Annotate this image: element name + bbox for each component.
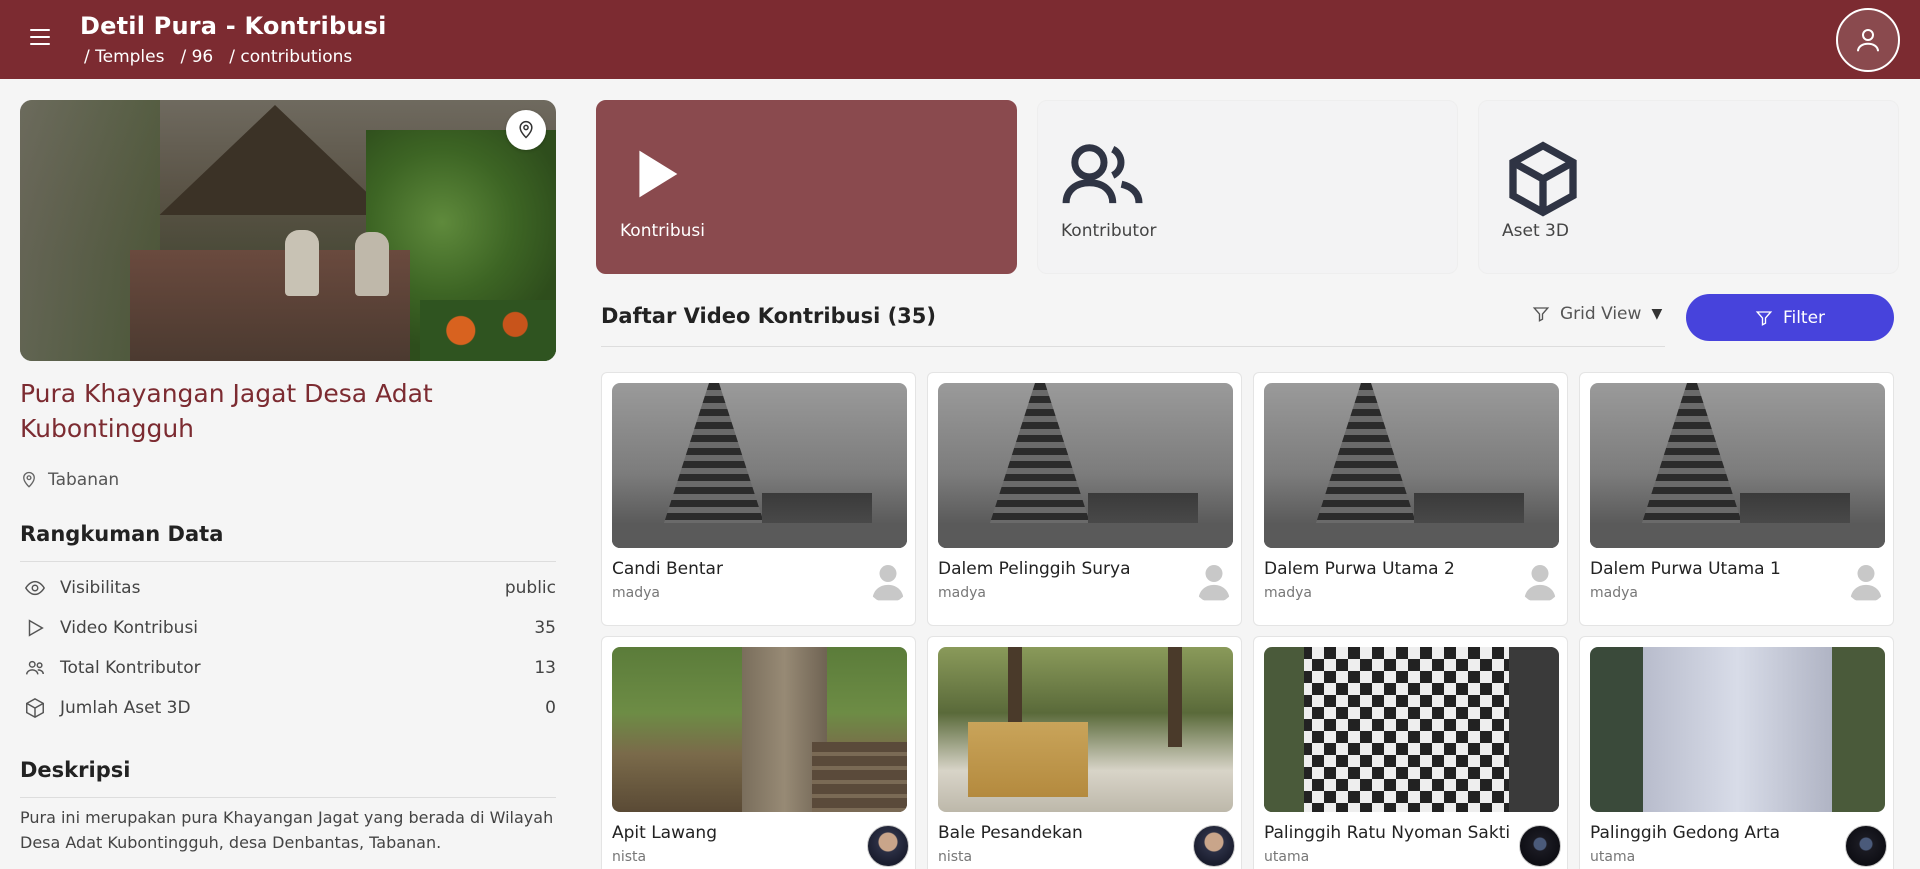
view-mode-select[interactable]: Grid View ▼	[1532, 304, 1662, 324]
video-title: Dalem Purwa Utama 1	[1590, 559, 1781, 579]
user-placeholder-icon	[1850, 565, 1882, 601]
description-heading: Deskripsi	[20, 758, 131, 782]
video-card[interactable]: Palinggih Gedong Arta utama	[1579, 636, 1894, 869]
play-icon	[28, 619, 44, 637]
stat-value: 13	[534, 658, 556, 678]
video-level: utama	[1590, 849, 1636, 865]
video-title: Dalem Purwa Utama 2	[1264, 559, 1455, 579]
menu-icon[interactable]	[30, 29, 50, 47]
tab-aset-3d[interactable]: Aset 3D	[1478, 100, 1899, 274]
video-level: nista	[612, 849, 647, 865]
video-title: Bale Pesandekan	[938, 823, 1083, 843]
video-level: madya	[1264, 585, 1312, 601]
list-divider	[601, 346, 1665, 347]
stat-value: public	[504, 578, 556, 598]
breadcrumb-contributions[interactable]: / contributions	[229, 47, 352, 67]
breadcrumb-id[interactable]: / 96	[180, 47, 213, 67]
summary-heading: Rangkuman Data	[20, 522, 224, 546]
filter-icon	[1532, 307, 1550, 322]
user-avatar-button[interactable]	[1836, 8, 1900, 72]
cube-icon	[1509, 141, 1577, 217]
user-placeholder-icon	[1524, 565, 1556, 601]
chevron-down-icon: ▼	[1651, 306, 1663, 322]
video-thumbnail[interactable]	[938, 383, 1233, 548]
stat-value: 35	[534, 618, 556, 638]
contributor-avatar[interactable]	[867, 561, 909, 603]
users-icon	[26, 660, 44, 675]
users-icon	[1062, 144, 1143, 204]
video-card[interactable]: Candi Bentar madya	[601, 372, 916, 626]
stat-total-contributors: Total Kontributor 13	[20, 653, 556, 683]
video-thumbnail[interactable]	[1590, 383, 1885, 548]
video-list-title: Daftar Video Kontribusi (35)	[601, 304, 936, 328]
contributor-avatar[interactable]	[1519, 825, 1561, 867]
filter-button[interactable]: Filter	[1686, 294, 1894, 341]
top-bar: Detil Pura - Kontribusi / Temples / 96 /…	[0, 0, 1920, 79]
temple-name: Pura Khayangan Jagat Desa Adat Kubonting…	[20, 379, 433, 443]
video-thumbnail[interactable]	[938, 647, 1233, 812]
tab-label: Kontributor	[1061, 221, 1157, 241]
video-card[interactable]: Bale Pesandekan nista	[927, 636, 1242, 869]
video-card[interactable]: Dalem Pelinggih Surya madya	[927, 372, 1242, 626]
play-icon	[639, 150, 678, 198]
video-title: Palinggih Gedong Arta	[1590, 823, 1781, 843]
video-level: madya	[612, 585, 660, 601]
stat-video-contributions: Video Kontribusi 35	[20, 613, 556, 643]
contributor-avatar[interactable]	[1519, 561, 1561, 603]
stat-visibility: Visibilitas public	[20, 573, 556, 603]
contributor-avatar[interactable]	[1845, 561, 1887, 603]
video-level: madya	[938, 585, 986, 601]
video-card[interactable]: Dalem Purwa Utama 2 madya	[1253, 372, 1568, 626]
stat-3d-assets: Jumlah Aset 3D 0	[20, 693, 556, 723]
description-text: Pura ini merupakan pura Khayangan Jagat …	[20, 808, 554, 852]
tab-label: Kontribusi	[620, 221, 705, 241]
cube-icon	[26, 697, 44, 719]
video-thumbnail[interactable]	[612, 383, 907, 548]
user-icon	[1857, 29, 1879, 52]
tab-kontributor[interactable]: Kontributor	[1037, 100, 1458, 274]
map-pin-icon	[519, 120, 533, 139]
contributor-avatar[interactable]	[1193, 561, 1235, 603]
stat-label: Visibilitas	[60, 578, 141, 598]
stat-label: Video Kontribusi	[60, 618, 199, 638]
temple-location: Tabanan	[20, 470, 119, 490]
filter-label: Filter	[1782, 307, 1826, 328]
location-pin-icon	[23, 471, 35, 488]
user-placeholder-icon	[1198, 565, 1230, 601]
video-title: Palinggih Ratu Nyoman Sakti	[1264, 823, 1511, 843]
video-card[interactable]: Apit Lawang nista	[601, 636, 916, 869]
video-thumbnail[interactable]	[1264, 647, 1559, 812]
filter-icon	[1755, 310, 1773, 326]
video-title: Candi Bentar	[612, 559, 723, 579]
video-level: nista	[938, 849, 973, 865]
temple-photo	[20, 100, 556, 361]
map-pin-button[interactable]	[506, 110, 546, 150]
tab-kontribusi[interactable]: Kontribusi	[596, 100, 1017, 274]
video-title: Apit Lawang	[612, 823, 717, 843]
summary-divider	[20, 561, 556, 562]
video-card[interactable]: Dalem Purwa Utama 1 madya	[1579, 372, 1894, 626]
breadcrumb: / Temples / 96 / contributions	[84, 47, 352, 67]
stat-label: Total Kontributor	[60, 658, 201, 678]
video-thumbnail[interactable]	[1264, 383, 1559, 548]
view-mode-label: Grid View	[1560, 304, 1642, 324]
video-card[interactable]: Palinggih Ratu Nyoman Sakti utama	[1253, 636, 1568, 869]
video-level: madya	[1590, 585, 1638, 601]
video-thumbnail[interactable]	[612, 647, 907, 812]
location-text: Tabanan	[48, 470, 120, 490]
contributor-avatar[interactable]	[1845, 825, 1887, 867]
eye-icon	[24, 580, 46, 596]
user-placeholder-icon	[872, 565, 904, 601]
video-title: Dalem Pelinggih Surya	[938, 559, 1131, 579]
stat-value: 0	[545, 698, 556, 718]
contributor-avatar[interactable]	[1193, 825, 1235, 867]
page-title: Detil Pura - Kontribusi	[80, 12, 387, 40]
tab-label: Aset 3D	[1502, 221, 1569, 241]
video-level: utama	[1264, 849, 1310, 865]
breadcrumb-temples[interactable]: / Temples	[84, 47, 164, 67]
video-thumbnail[interactable]	[1590, 647, 1885, 812]
description-divider	[20, 797, 556, 798]
stat-label: Jumlah Aset 3D	[60, 698, 191, 718]
contributor-avatar[interactable]	[867, 825, 909, 867]
